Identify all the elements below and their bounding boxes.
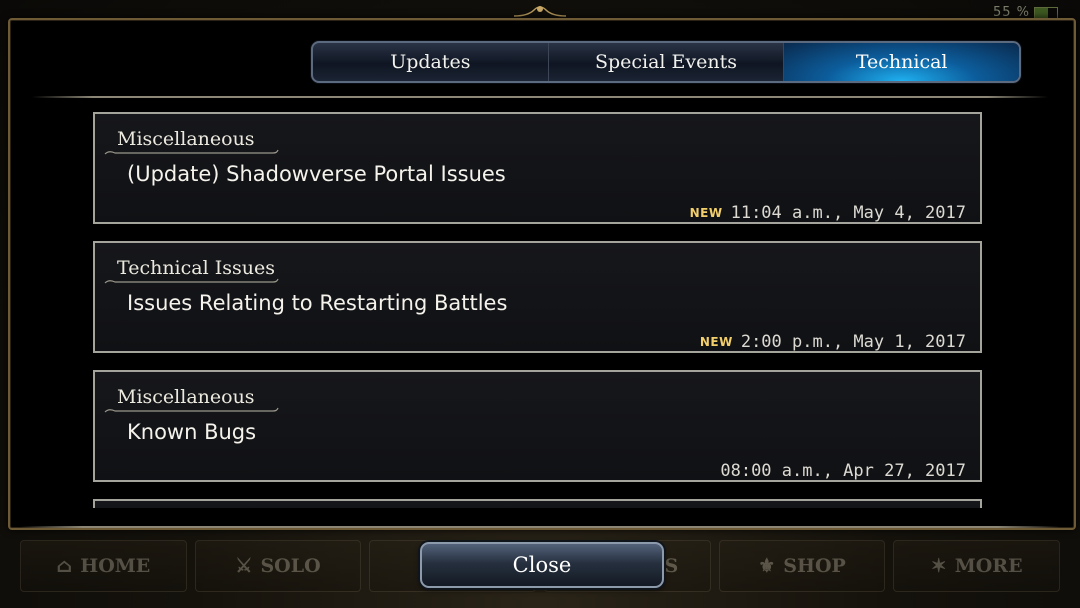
news-timestamp-row: NEW 2:00 p.m., May 1, 2017 [700, 332, 966, 352]
underline-ornament-icon [104, 407, 279, 413]
news-item[interactable]: Miscellaneous (Update) Shadowverse Porta… [93, 112, 982, 224]
nav-label: SOLO [260, 555, 321, 577]
underline-ornament-icon [104, 149, 279, 155]
divider [32, 96, 1048, 98]
news-timestamp-row: NEW 11:04 a.m., May 4, 2017 [690, 203, 966, 223]
new-badge: NEW [699, 335, 733, 349]
tab-technical[interactable]: Technical [784, 43, 1019, 81]
nav-label: HOME [80, 555, 151, 577]
nav-home[interactable]: ⌂ HOME [20, 540, 187, 592]
nav-shop[interactable]: ⚜ SHOP [718, 540, 886, 592]
news-title: (Update) Shadowverse Portal Issues [127, 162, 506, 186]
close-button[interactable]: Close [420, 542, 664, 588]
tab-special-events[interactable]: Special Events [549, 43, 785, 81]
news-item[interactable]: Technical Issues Issues Relating to Rest… [93, 241, 982, 353]
more-icon: ✶ [930, 555, 947, 577]
news-item-partial[interactable] [93, 499, 982, 508]
news-list[interactable]: Miscellaneous (Update) Shadowverse Porta… [93, 112, 986, 508]
nav-more[interactable]: ✶ MORE [893, 540, 1061, 592]
nav-label: MORE [954, 555, 1023, 577]
divider [20, 526, 1060, 528]
news-category: Technical Issues [117, 257, 275, 279]
news-timestamp-row: 08:00 a.m., Apr 27, 2017 [720, 461, 966, 481]
shop-icon: ⚜ [758, 555, 776, 577]
new-badge: NEW [689, 206, 723, 220]
news-timestamp: 11:04 a.m., May 4, 2017 [730, 203, 966, 223]
news-title: Issues Relating to Restarting Battles [127, 291, 508, 315]
battery-icon [1034, 6, 1058, 19]
home-icon: ⌂ [56, 555, 73, 577]
underline-ornament-icon [104, 278, 279, 284]
nav-solo[interactable]: ⚔ SOLO [194, 540, 362, 592]
news-timestamp: 2:00 p.m., May 1, 2017 [740, 332, 966, 352]
tab-updates[interactable]: Updates [313, 43, 549, 81]
news-category: Miscellaneous [117, 386, 255, 408]
nav-label: SHOP [783, 555, 846, 577]
news-item[interactable]: Miscellaneous Known Bugs 08:00 a.m., Apr… [93, 370, 982, 482]
news-tabs: Updates Special Events Technical [311, 41, 1021, 83]
news-timestamp: 08:00 a.m., Apr 27, 2017 [720, 461, 966, 481]
news-category: Miscellaneous [117, 128, 255, 150]
solo-icon: ⚔ [235, 555, 253, 577]
news-title: Known Bugs [127, 420, 257, 444]
